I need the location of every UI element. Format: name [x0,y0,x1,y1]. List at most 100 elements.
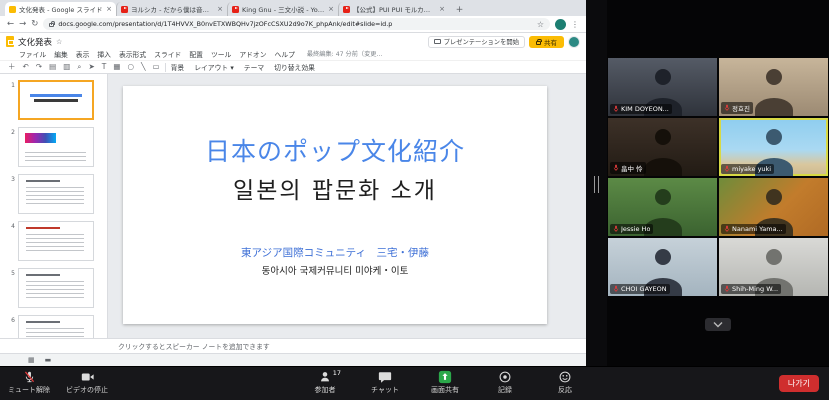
slide-number: 3 [7,174,15,183]
tab-title: 文化発表 - Google スライド [19,4,103,14]
chevron-down-icon [713,321,723,328]
undo-icon[interactable]: ↶ [23,63,29,71]
tab-close-icon[interactable]: × [328,5,334,13]
address-bar[interactable]: docs.google.com/presentation/d/1T4HVVX_B… [43,18,550,30]
share-button[interactable]: 共有 [529,36,564,48]
shape-icon[interactable]: ○ [127,63,134,71]
youtube-favicon [232,6,239,13]
participant-tile[interactable]: KIM DOYEON... [608,58,717,116]
unmute-button[interactable]: ミュート解除 [8,370,50,395]
image-icon[interactable]: ▦ [113,63,120,71]
new-tab-button[interactable]: + [453,3,466,16]
participant-tile[interactable]: miyake yuki [719,118,828,176]
menu-item-9[interactable]: ヘルプ [275,49,295,59]
slide-thumbnail[interactable]: 6 [7,315,107,338]
toolbar-text-0[interactable]: 背景 [171,62,185,72]
slides-menubar-row: ファイル編集表示挿入表示形式スライド配置ツールアドオンヘルプ 最終編集: 47 … [0,48,586,60]
filmstrip-view-icon[interactable]: ▬ [45,357,52,364]
present-display-icon [434,39,441,44]
menu-item-5[interactable]: スライド [154,49,181,59]
participant-silhouette-head [766,69,782,85]
stop-video-button[interactable]: ビデオの停止 [66,370,108,395]
browser-tab[interactable]: 【公式】PUI PUI モルカー 第1話... × [338,2,449,16]
document-title[interactable]: 文化発表 [18,36,52,48]
reload-icon[interactable]: ↻ [31,20,38,29]
toolbar-text-3[interactable]: 切り替え効果 [274,62,315,72]
share-screen-icon [438,370,452,384]
slide-thumbnail[interactable]: 5 [7,268,107,308]
collapse-videos-button[interactable] [705,318,731,331]
comment-icon[interactable]: ▭ [153,63,160,71]
slide-thumbnail[interactable]: 1 [7,80,107,120]
browser-tab[interactable]: ヨルシカ - だから僕は音楽を辞めた... × [116,2,227,16]
redo-icon[interactable]: ↷ [36,63,42,71]
select-icon[interactable]: ➤ [88,63,94,71]
slide-subtitle-korean[interactable]: 동아시아 국제커뮤니티 미야케・이토 [262,263,409,277]
slides-toolbar: ＋ ↶ ↷ ▤ ▥ ⌕ ➤ T ▦ ○ ╲ ▭ 背景レイアウト ▾ テーマ切り替え効果 [0,60,586,74]
participant-tile[interactable]: Shih-Ming W... [719,238,828,296]
slide-title-korean[interactable]: 일본의 팝문화 소개 [233,171,437,205]
participant-tile[interactable]: Jessie Ho [608,178,717,236]
zoom-window: 文化発表 - Google スライド × ヨルシカ - だから僕は音楽を辞めた.… [0,0,829,400]
paint-format-icon[interactable]: ▥ [63,63,70,71]
account-avatar[interactable] [568,36,580,48]
plus-icon[interactable]: ＋ [8,63,16,71]
slide-title-japanese[interactable]: 日本のポップ文化紹介 [205,132,465,168]
participant-silhouette-head [766,189,782,205]
menu-item-3[interactable]: 挿入 [97,49,111,59]
current-slide[interactable]: 日本のポップ文化紹介 일본의 팝문화 소개 東アジア国際コミュニティ 三宅・伊藤… [123,86,547,324]
slide-thumbnail[interactable]: 4 [7,221,107,261]
menu-item-6[interactable]: 配置 [189,49,203,59]
browser-tab[interactable]: King Gnu - 三文小説 - YouTube × [227,2,338,16]
last-edit-status[interactable]: 最終編集: 47 分前（変更... [307,49,382,58]
menu-item-1[interactable]: 編集 [54,49,68,59]
participant-tile[interactable]: 정효진 [719,58,828,116]
menu-item-0[interactable]: ファイル [19,49,46,59]
leave-meeting-button[interactable]: 나가기 [779,375,819,392]
panel-resize-handle[interactable] [594,176,599,193]
speaker-notes[interactable]: クリックするとスピーカー ノートを追加できます [0,338,586,353]
print-icon[interactable]: ▤ [49,63,56,71]
slides-favicon [9,6,16,13]
muted-mic-icon [724,225,730,233]
menu-item-2[interactable]: 表示 [76,49,90,59]
present-button[interactable]: プレゼンテーションを開始 [428,36,525,48]
reactions-button[interactable]: 反応 [548,370,582,395]
browser-menu-icon[interactable]: ⋮ [571,20,579,29]
favorite-star-icon[interactable]: ☆ [56,38,62,46]
share-lock-icon [536,41,541,45]
forward-icon[interactable]: → [19,20,26,29]
tab-close-icon[interactable]: × [439,5,445,13]
slide-thumbnail[interactable]: 2 [7,127,107,167]
toolbar-text-2[interactable]: テーマ [244,62,264,72]
chat-button[interactable]: チャット [368,370,402,395]
slides-logo-icon[interactable] [6,36,14,47]
record-button[interactable]: 記録 [488,370,522,395]
bookmark-star-icon[interactable]: ☆ [537,20,544,29]
participants-button[interactable]: 17 参加者 [308,370,342,395]
menu-item-7[interactable]: ツール [211,49,231,59]
youtube-favicon [343,6,350,13]
line-icon[interactable]: ╲ [141,63,146,71]
lock-icon [49,23,54,27]
participant-tile[interactable]: Nanami Yama... [719,178,828,236]
participant-name: miyake yuki [732,165,771,173]
grid-view-icon[interactable]: ▦ [28,357,35,364]
browser-profile-avatar[interactable] [555,19,566,30]
participant-tile[interactable]: CHOI GAYEON [608,238,717,296]
browser-tab[interactable]: 文化発表 - Google スライド × [5,2,116,16]
text-box-icon[interactable]: T [102,63,107,71]
menu-item-4[interactable]: 表示形式 [119,49,146,59]
tab-close-icon[interactable]: × [106,5,112,13]
slide-subtitle-japanese[interactable]: 東アジア国際コミュニティ 三宅・伊藤 [241,245,429,260]
participant-tile[interactable]: 畠中 怜 [608,118,717,176]
slide-thumbnail[interactable]: 3 [7,174,107,214]
share-screen-button[interactable]: 画面共有 [428,370,462,395]
tab-close-icon[interactable]: × [217,5,223,13]
zoom-icon[interactable]: ⌕ [77,63,81,71]
slides-menubar: ファイル編集表示挿入表示形式スライド配置ツールアドオンヘルプ [19,49,295,59]
participant-name: 畠中 怜 [621,163,643,173]
back-icon[interactable]: ← [7,20,14,29]
toolbar-text-1[interactable]: レイアウト ▾ [194,62,234,72]
menu-item-8[interactable]: アドオン [239,49,266,59]
